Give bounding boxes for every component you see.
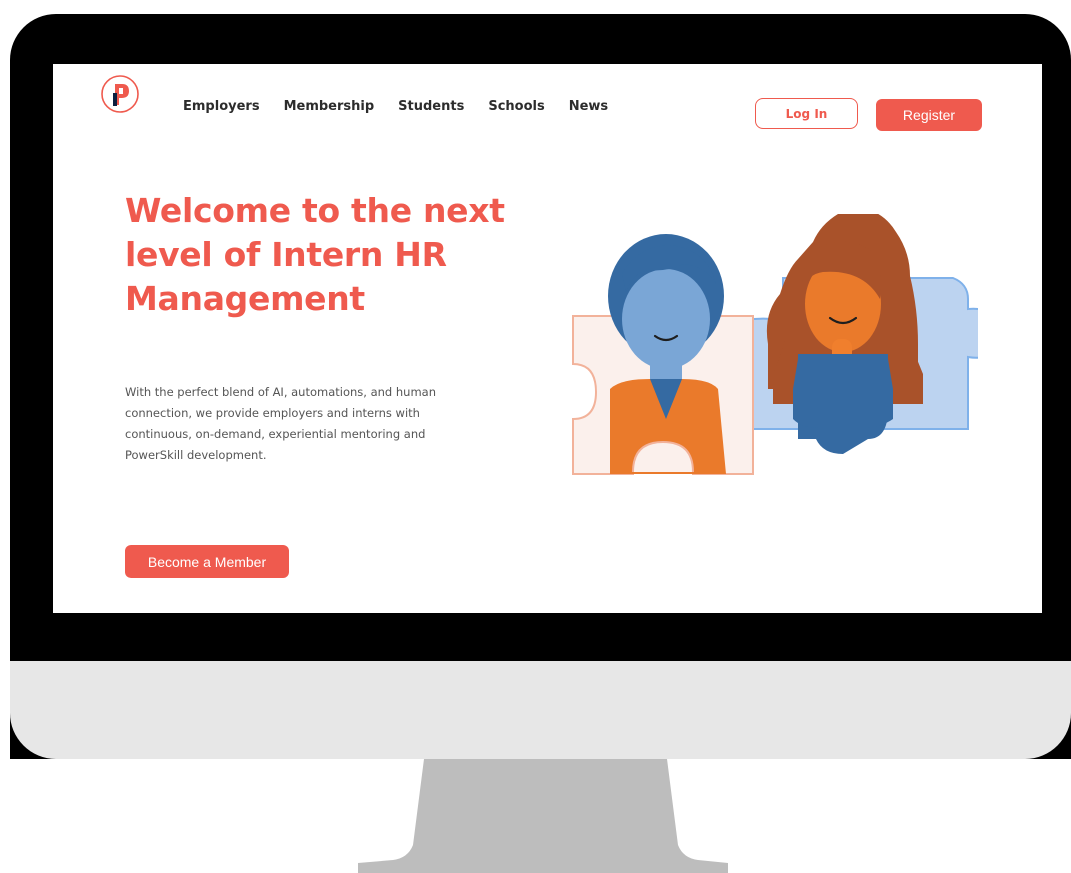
- become-member-button[interactable]: Become a Member: [125, 545, 289, 578]
- main-nav: Employers Membership Students Schools Ne…: [183, 99, 608, 114]
- monitor-bezel: Employers Membership Students Schools Ne…: [10, 14, 1071, 759]
- nav-link-employers[interactable]: Employers: [183, 99, 260, 114]
- login-button[interactable]: Log In: [755, 98, 858, 129]
- nav-link-students[interactable]: Students: [398, 99, 464, 114]
- website-screen: Employers Membership Students Schools Ne…: [53, 64, 1042, 613]
- hero-description: With the perfect blend of AI, automation…: [125, 385, 436, 462]
- nav-link-schools[interactable]: Schools: [488, 99, 544, 114]
- nav-link-membership[interactable]: Membership: [284, 99, 375, 114]
- nav-link-news[interactable]: News: [569, 99, 608, 114]
- hero-title: Welcome to the next level of Intern HR M…: [125, 191, 505, 318]
- brand-logo-icon[interactable]: [100, 74, 140, 114]
- monitor-chin: [10, 661, 1071, 759]
- register-button[interactable]: Register: [876, 99, 982, 131]
- two-people-puzzle-illustration: [572, 214, 978, 475]
